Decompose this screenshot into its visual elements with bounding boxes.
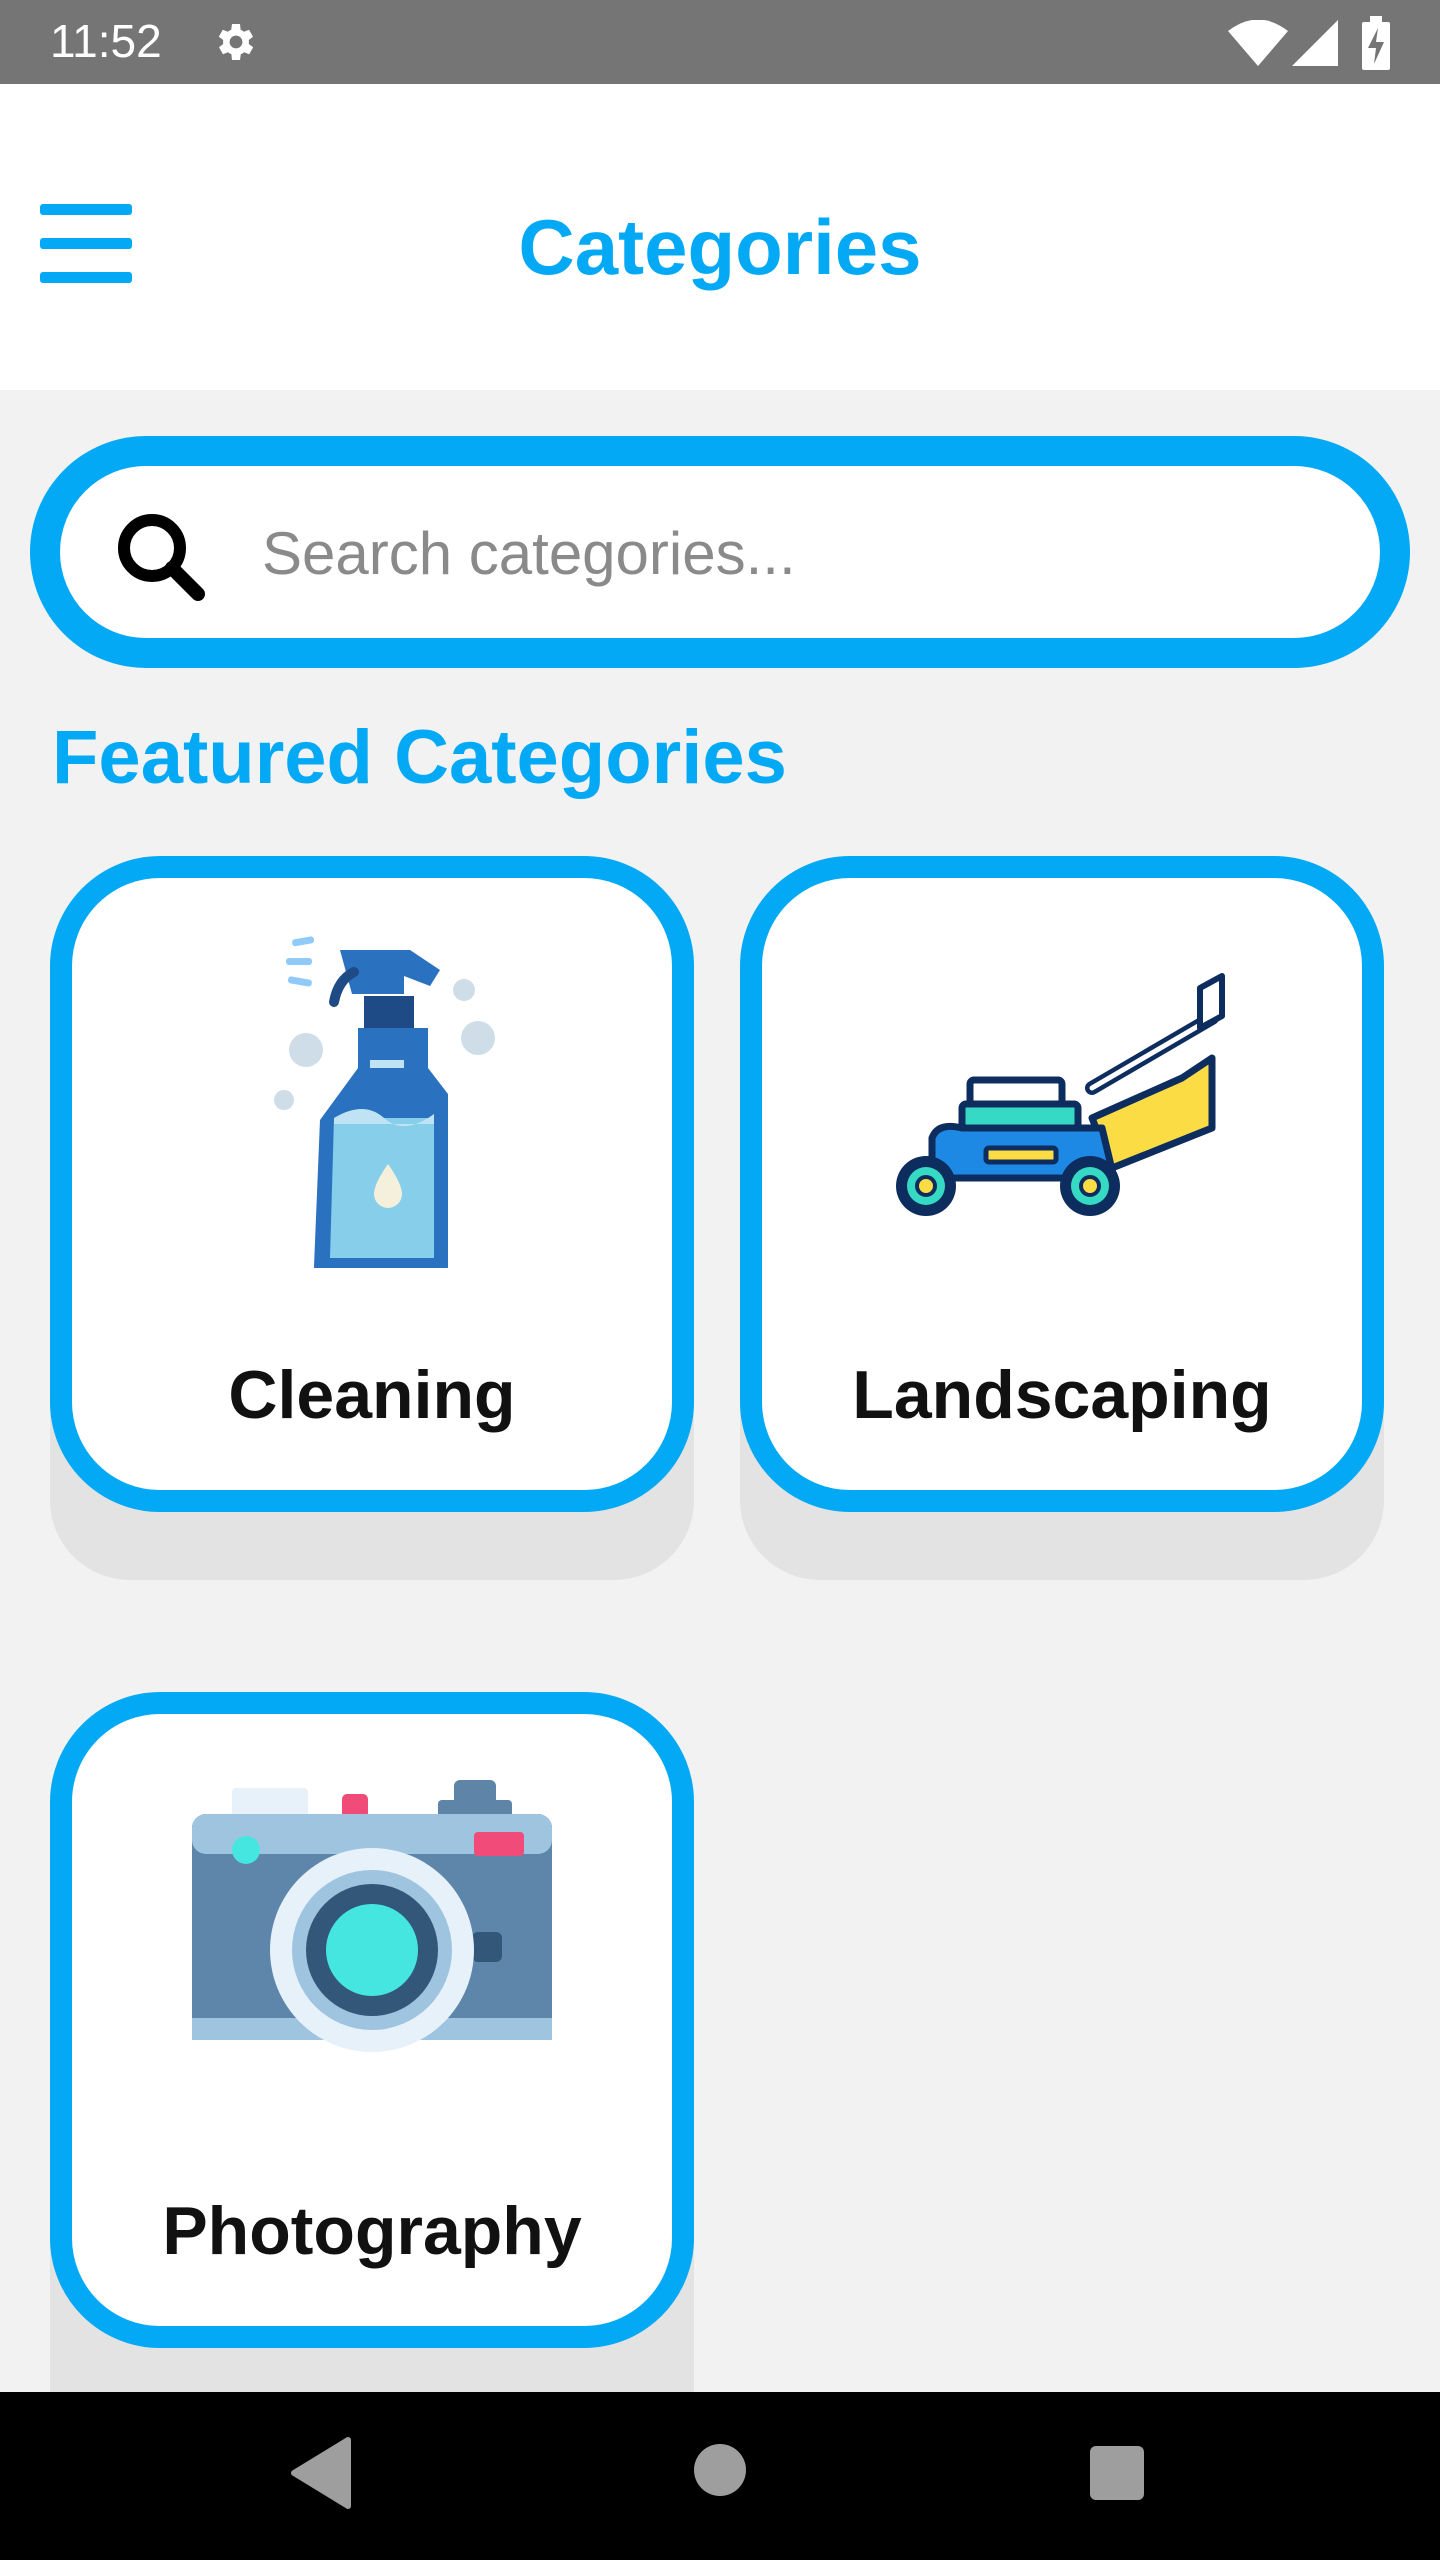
lawn-mower-icon <box>762 878 1362 1298</box>
gear-icon <box>218 24 254 60</box>
category-label: Cleaning <box>228 1357 516 1433</box>
search-input[interactable] <box>260 502 1344 604</box>
category-label: Photography <box>162 2193 582 2269</box>
app-bar: Categories <box>0 84 1440 390</box>
page-title: Categories <box>518 203 922 291</box>
section-heading-featured: Featured Categories <box>52 715 787 800</box>
cell-signal-icon <box>1292 20 1338 66</box>
category-label: Landscaping <box>852 1357 1272 1433</box>
category-card-landscaping[interactable]: Landscaping <box>740 856 1384 1512</box>
home-icon[interactable] <box>694 2444 746 2496</box>
search-field-container[interactable] <box>60 466 1380 638</box>
camera-icon <box>72 1714 672 2134</box>
search-icon[interactable] <box>112 508 208 604</box>
spray-bottle-icon <box>72 878 672 1298</box>
category-card-photography[interactable]: Photography <box>50 1692 694 2348</box>
back-icon[interactable] <box>288 2436 352 2510</box>
wifi-icon <box>1228 20 1288 66</box>
recents-icon[interactable] <box>1090 2446 1144 2500</box>
search-bar <box>30 436 1410 668</box>
battery-charging-icon <box>1362 16 1390 70</box>
system-nav-bar <box>0 2392 1440 2560</box>
status-time: 11:52 <box>50 15 162 67</box>
status-bar: 11:52 <box>0 0 1440 84</box>
category-card-cleaning[interactable]: Cleaning <box>50 856 694 1512</box>
